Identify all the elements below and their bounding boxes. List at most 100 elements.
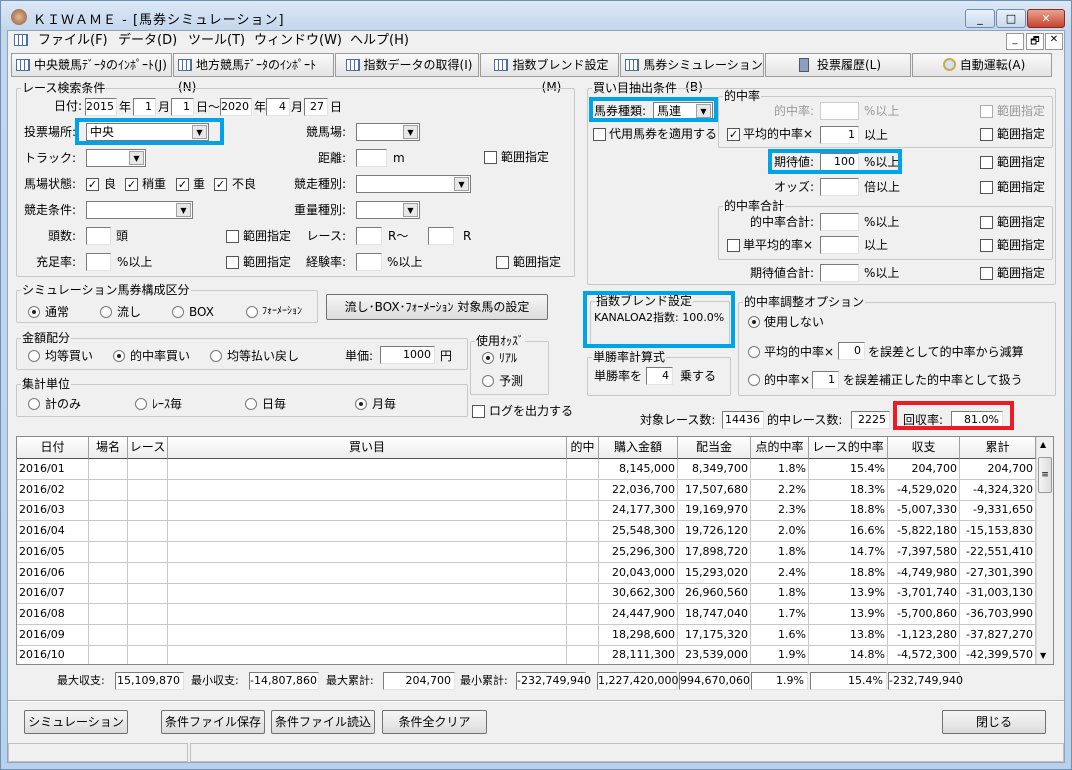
experience-rate-input[interactable] [356,253,382,271]
column-header-buy[interactable]: 購入金額 [599,437,678,459]
distance-input[interactable] [356,149,387,167]
race-condition-select[interactable]: ▼ [86,201,193,219]
save-conditions-button[interactable]: 条件ファイル保存 [161,710,265,734]
toolbar-import-local[interactable]: 地方競馬ﾃﾞｰﾀのｲﾝﾎﾟｰﾄ(N) [173,53,334,94]
maximize-button[interactable]: □ [996,9,1026,28]
odds-predicted-radio[interactable] [482,375,494,387]
table-row[interactable]: 2016/02 22,036,700 17,507,680 2.2% 18.3% -4,5… [17,479,1036,501]
toolbar-fetch-index[interactable]: 指数データの取得(I) [335,53,479,77]
menu-tools[interactable]: ツール(T) [188,33,245,49]
toolbar-import-central[interactable]: 中央競馬ﾃﾞｰﾀのｲﾝﾎﾟｰﾄ(J) [11,53,172,77]
hit-adjust-correct-radio[interactable] [748,374,760,386]
hit-sum-input[interactable] [820,213,859,231]
column-header-hit[interactable]: 的中 [567,437,599,459]
unit-price-input[interactable]: 1000 [380,346,435,364]
hit-adjust-none-radio[interactable] [748,316,760,328]
toolbar-auto-run[interactable]: 自動運転(A) [912,53,1052,77]
aggregation-total-radio[interactable] [28,398,40,410]
composition-normal-radio[interactable] [28,306,40,318]
avg-hit-rate-checkbox[interactable]: ✓ [727,128,740,141]
toolbar-bet-simulation[interactable]: 馬券シミュレーション(B) [620,53,764,94]
allocation-hit-rate-radio[interactable] [113,350,125,362]
column-header-pl[interactable]: 収支 [888,437,960,459]
column-header-cumulative[interactable]: 累計 [960,437,1036,459]
from-year-input[interactable]: 2015 [85,98,117,116]
table-row[interactable]: 2016/01 8,145,000 8,349,700 1.8% 15.4% 204,70… [17,459,1036,480]
allocation-equal-payout-radio[interactable] [210,350,222,362]
aggregation-day-radio[interactable] [245,398,257,410]
hit-adjust-correct-input[interactable]: 1 [812,371,839,389]
single-avg-range-checkbox[interactable] [980,239,993,252]
avg-hit-range-checkbox[interactable] [980,128,993,141]
hit-adjust-subtract-input[interactable]: 0 [838,342,865,360]
race-to-input[interactable] [428,227,454,245]
weight-type-select[interactable]: ▼ [356,201,420,219]
track-select[interactable]: ▼ [86,149,146,167]
ev-sum-range-checkbox[interactable] [980,267,993,280]
allocation-equal-radio[interactable] [28,350,40,362]
table-row[interactable]: 2016/04 25,548,300 19,726,120 2.0% 16.6% -5,8… [17,521,1036,543]
experience-range-checkbox[interactable] [496,256,509,269]
scroll-thumb[interactable]: ≡ [1038,457,1052,493]
mdi-minimize-button[interactable]: _ [1006,33,1024,50]
toolbar-vote-history[interactable]: 投票履歴(L) [765,53,911,77]
aggregation-race-radio[interactable] [135,398,147,410]
table-row[interactable]: 2016/07 30,662,300 26,960,560 1.8% 13.9% -3,7… [17,583,1036,605]
distance-range-checkbox[interactable] [484,151,497,164]
menu-file[interactable]: ファイル(F) [38,33,108,49]
menu-data[interactable]: データ(D) [118,33,177,49]
load-conditions-button[interactable]: 条件ファイル読込 [271,710,375,734]
heads-range-checkbox[interactable] [226,230,239,243]
close-window-button[interactable]: ✕ [1027,9,1065,28]
column-header-date[interactable]: 日付 [17,437,89,459]
target-horse-settings-button[interactable]: 流し･BOX･ﾌｫｰﾒｰｼｮﾝ 対象馬の設定 [326,294,548,320]
minimize-button[interactable]: _ [965,9,995,28]
hit-sum-range-checkbox[interactable] [980,216,993,229]
from-month-input[interactable]: 1 [133,98,156,116]
avg-hit-rate-input[interactable]: 1 [820,126,859,144]
clear-conditions-button[interactable]: 条件全クリア [382,710,487,734]
column-header-bet[interactable]: 買い目 [168,437,567,459]
going-yielding-checkbox[interactable]: ✓ [125,178,138,191]
hit-adjust-subtract-radio[interactable] [748,346,760,358]
fill-range-checkbox[interactable] [226,256,239,269]
scroll-up-icon[interactable]: ▲ [1040,440,1046,449]
odds-range-checkbox[interactable] [980,181,993,194]
aggregation-month-radio[interactable] [355,398,367,410]
to-day-input[interactable]: 27 [304,98,328,116]
to-year-input[interactable]: 2020 [220,98,252,116]
composition-nagashi-radio[interactable] [100,306,112,318]
table-row[interactable]: 2016/08 24,447,900 18,747,040 1.7% 13.9% -5,7… [17,603,1036,625]
fill-rate-input[interactable] [86,253,111,271]
from-day-input[interactable]: 1 [171,98,194,116]
course-select[interactable]: ▼ [356,123,420,141]
column-header-payout[interactable]: 配当金 [678,437,751,459]
single-avg-checkbox[interactable] [727,239,740,252]
table-row[interactable]: 2016/05 25,296,300 17,898,720 1.8% 14.7% -7,3… [17,541,1036,563]
mdi-restore-button[interactable]: 🗗 [1026,33,1044,50]
close-button[interactable]: 閉じる [942,710,1046,734]
heads-input[interactable] [86,227,111,245]
race-from-input[interactable] [356,227,382,245]
ev-sum-input[interactable] [820,264,859,282]
going-soft-checkbox[interactable]: ✓ [176,178,189,191]
toolbar-index-blend[interactable]: 指数ブレンド設定(M) [480,53,619,94]
going-heavy-checkbox[interactable]: ✓ [214,178,227,191]
hit-rate-input[interactable] [820,102,859,120]
simulate-button[interactable]: シミュレーション [24,710,128,734]
win-rate-power-input[interactable]: 4 [646,367,673,385]
menu-help[interactable]: ヘルプ(H) [350,33,409,49]
table-row[interactable]: 2016/06 20,043,000 15,293,020 2.4% 18.8% -4,7… [17,562,1036,584]
mdi-close-button[interactable]: ✕ [1045,33,1063,50]
table-row[interactable]: 2016/03 24,177,300 19,169,970 2.3% 18.8% -5,0… [17,500,1036,522]
substitute-bet-checkbox[interactable] [593,128,606,141]
table-row[interactable]: 2016/10 28,111,300 23,539,000 1.9% 14.8% -4,5… [17,645,1036,664]
composition-box-radio[interactable] [172,306,184,318]
column-header-race[interactable]: レース [128,437,168,459]
column-header-venue[interactable]: 場名 [89,437,128,459]
ev-range-checkbox[interactable] [980,156,993,169]
composition-formation-radio[interactable] [246,306,258,318]
vertical-scrollbar[interactable]: ▲ ≡ ▼ [1036,437,1053,664]
going-good-checkbox[interactable]: ✓ [86,178,99,191]
menu-window[interactable]: ウィンドウ(W) [254,33,342,49]
